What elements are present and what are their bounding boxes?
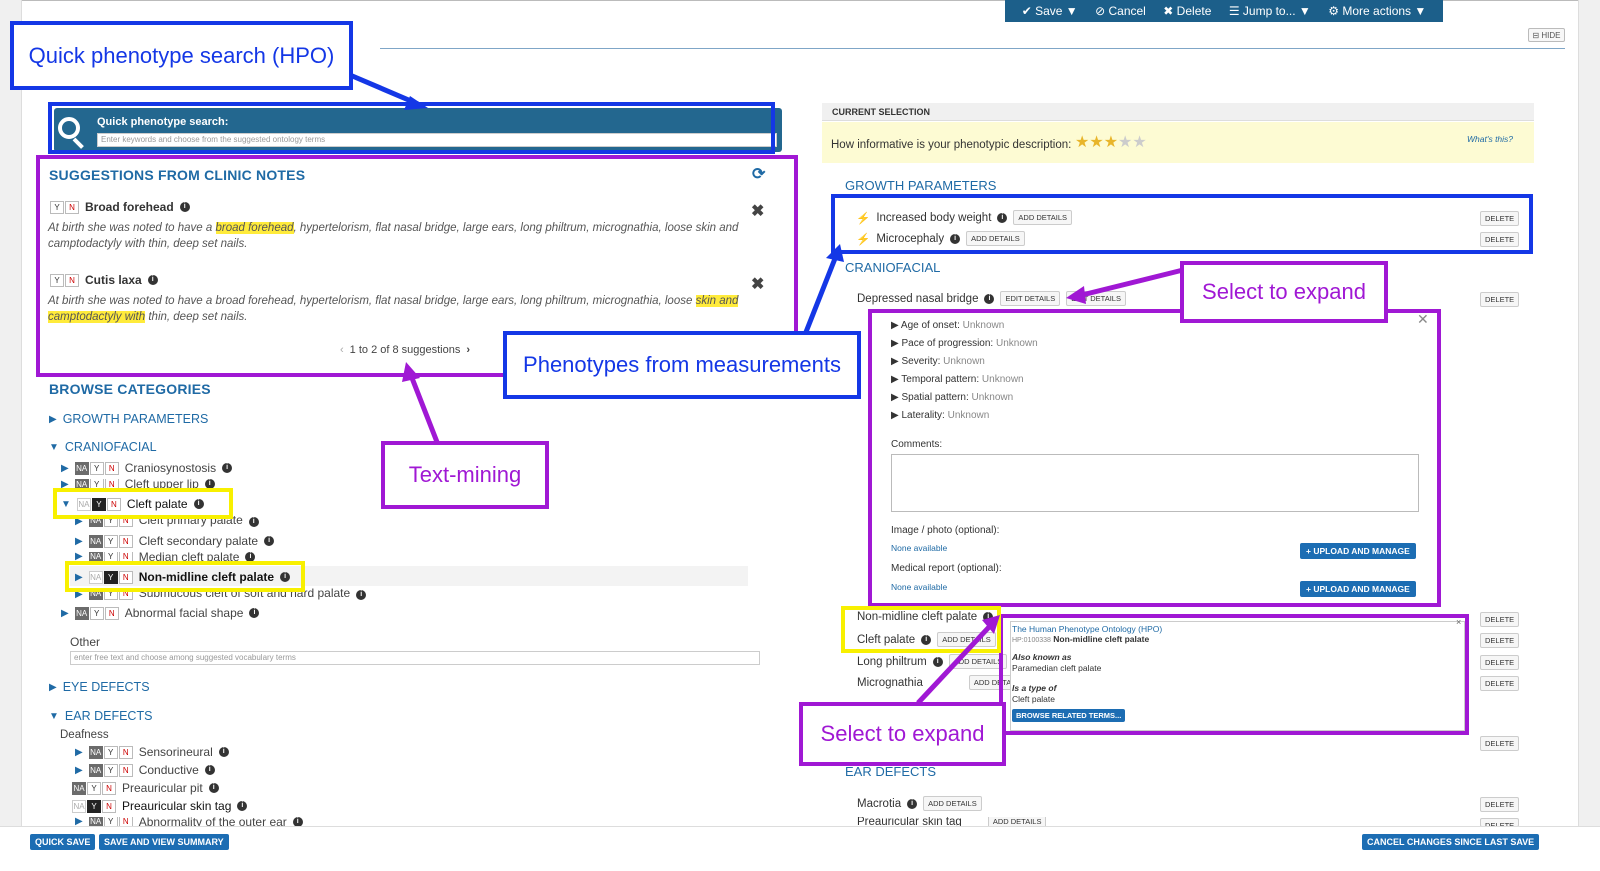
arrow-to-edit-details	[1081, 267, 1184, 298]
annotation-quick-search: Quick phenotype search (HPO)	[10, 21, 353, 90]
arrow-to-text-mining	[409, 377, 440, 443]
annotation-select-expand: Select to expand	[799, 702, 1006, 766]
arrow-head	[826, 244, 844, 262]
arrow-to-term	[916, 624, 992, 705]
annotation-text-mining: Text-mining	[381, 441, 549, 509]
arrow-to-search	[349, 72, 419, 107]
annotation-measurements: Phenotypes from measurements	[503, 331, 861, 399]
arrow-to-measurements	[803, 255, 839, 333]
arrow-head	[1066, 286, 1086, 304]
annotation-select-expand: Select to expand	[1180, 261, 1388, 323]
arrow-head	[402, 362, 420, 382]
